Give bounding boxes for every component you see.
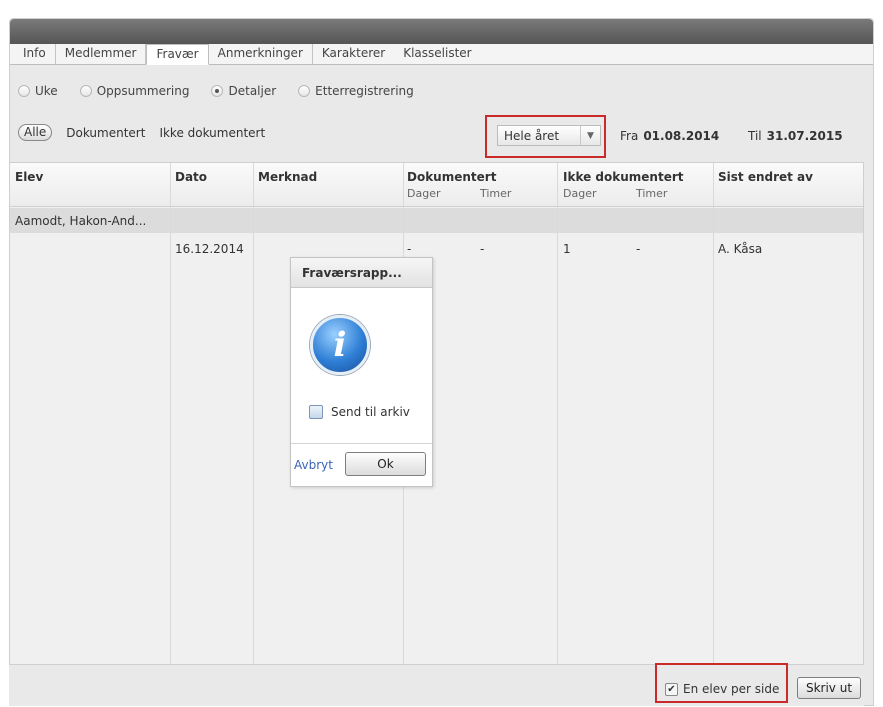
to-date: Til 31.07.2015: [748, 129, 843, 143]
ok-button[interactable]: Ok: [345, 452, 426, 476]
to-date-value: 31.07.2015: [766, 129, 843, 143]
info-icon: i: [310, 315, 370, 375]
header-sist-endret[interactable]: Sist endret av: [718, 170, 813, 184]
filter-row: Alle Dokumentert Ikke dokumentert: [18, 124, 265, 141]
column-divider: [170, 163, 171, 664]
tab-klasselister[interactable]: Klasselister: [394, 44, 480, 64]
to-label: Til: [748, 129, 762, 143]
row-undoc-days: 1: [563, 242, 571, 256]
header-ikke-timer: Timer: [636, 187, 668, 200]
tab-fravaer[interactable]: Fravær: [146, 44, 209, 65]
radio-label: Etterregistrering: [315, 84, 414, 98]
header-ikke-dokumentert[interactable]: Ikke dokumentert: [563, 170, 684, 184]
tab-karakterer[interactable]: Karakterer: [313, 44, 394, 64]
archive-checkbox[interactable]: [309, 405, 323, 419]
from-label: Fra: [620, 129, 639, 143]
student-group-row[interactable]: Aamodt, Hakon-And...: [10, 208, 863, 233]
radio-detaljer[interactable]: Detaljer: [211, 84, 276, 98]
filter-undocumented-link[interactable]: Ikke dokumentert: [159, 126, 265, 140]
header-dok-dager: Dager: [407, 187, 441, 200]
dialog-title: Fraværsrapp...: [291, 258, 432, 288]
view-options: Uke Oppsummering Detaljer Etterregistrer…: [18, 84, 414, 98]
filter-all-button[interactable]: Alle: [18, 124, 53, 141]
checkmark-icon[interactable]: ✔: [665, 682, 678, 696]
radio-button[interactable]: [298, 85, 311, 97]
radio-oppsummering[interactable]: Oppsummering: [79, 84, 190, 98]
radio-label: Detaljer: [228, 84, 277, 98]
column-divider: [557, 163, 558, 664]
tab-info[interactable]: Info: [14, 44, 56, 64]
title-bar: [10, 19, 873, 44]
radio-button[interactable]: [18, 85, 30, 97]
report-dialog: Fraværsrapp... i Send til arkiv Avbryt O…: [290, 257, 433, 487]
chevron-down-icon[interactable]: ▼: [580, 126, 600, 145]
student-name: Aamodt, Hakon-And...: [15, 214, 147, 228]
radio-button[interactable]: [211, 85, 224, 97]
archive-checkbox-label: Send til arkiv: [331, 405, 410, 419]
cancel-link[interactable]: Avbryt: [294, 458, 333, 472]
radio-uke[interactable]: Uke: [18, 84, 58, 98]
row-date: 16.12.2014: [175, 242, 244, 256]
table-header: Elev Dato Merknad Dokumentert Dager Time…: [10, 163, 863, 207]
row-doc-days: -: [407, 242, 412, 256]
header-elev[interactable]: Elev: [15, 170, 43, 184]
tab-anmerkninger[interactable]: Anmerkninger: [209, 44, 313, 64]
one-per-page-label: En elev per side: [683, 682, 780, 696]
header-dato[interactable]: Dato: [175, 170, 207, 184]
from-date-value: 01.08.2014: [643, 129, 720, 143]
radio-label: Uke: [35, 84, 58, 98]
tab-bar: Info Medlemmer Fravær Anmerkninger Karak…: [10, 44, 873, 65]
header-dokumentert[interactable]: Dokumentert: [407, 170, 496, 184]
row-doc-hours: -: [480, 242, 485, 256]
filter-documented-link[interactable]: Dokumentert: [66, 126, 145, 140]
tab-medlemmer[interactable]: Medlemmer: [56, 44, 147, 64]
from-date: Fra 01.08.2014: [620, 129, 719, 143]
radio-button[interactable]: [79, 85, 92, 97]
send-to-archive-option[interactable]: Send til arkiv: [309, 405, 410, 419]
header-dok-timer: Timer: [480, 187, 512, 200]
period-select[interactable]: Hele året ▼: [497, 125, 601, 146]
column-divider: [713, 163, 714, 664]
absence-table: Elev Dato Merknad Dokumentert Dager Time…: [9, 162, 864, 665]
radio-etterregistrering[interactable]: Etterregistrering: [298, 84, 414, 98]
one-per-page-option[interactable]: ✔ En elev per side: [665, 682, 779, 696]
column-divider: [253, 163, 254, 664]
print-button[interactable]: Skriv ut: [797, 677, 861, 699]
row-undoc-hours: -: [636, 242, 641, 256]
dialog-divider: [291, 443, 432, 444]
header-ikke-dager: Dager: [563, 187, 597, 200]
header-merknad[interactable]: Merknad: [258, 170, 317, 184]
radio-label: Oppsummering: [96, 84, 190, 98]
period-select-value: Hele året: [504, 128, 560, 143]
row-changed-by: A. Kåsa: [718, 242, 763, 256]
